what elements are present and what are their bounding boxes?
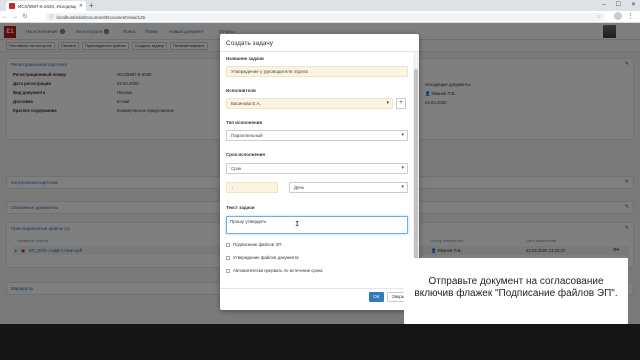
back-icon[interactable]: ← [0, 14, 10, 20]
bookmark-star-icon[interactable]: ☆ [597, 14, 601, 20]
execution-type-select[interactable]: Параллельный [226, 130, 408, 141]
divider [220, 51, 419, 52]
reload-icon[interactable]: ↻ [20, 13, 30, 20]
sign-files-checkbox[interactable]: Подписание файлов ЭП [226, 242, 281, 247]
divider [220, 288, 419, 289]
approve-files-checkbox[interactable]: Утверждение файлов документа [226, 255, 299, 260]
url-text: localhost/edo/Document/DocumentView/125 [56, 14, 145, 20]
forward-icon[interactable]: → [10, 14, 20, 20]
video-bottom-band [0, 324, 640, 360]
ok-button[interactable]: OK [369, 292, 384, 302]
tab-title: ИСХ/5987-6-2020, Исходящие д... [18, 3, 76, 9]
dialog-title: Создать задачу [226, 40, 274, 47]
new-tab-button[interactable]: + [89, 1, 94, 10]
checkbox-label: Подписание файлов ЭП [233, 242, 282, 247]
execution-type-label: Тип исполнения [226, 120, 263, 125]
checkbox-label: Утверждение файлов документа [233, 255, 299, 260]
checkbox-box[interactable] [226, 268, 230, 273]
deadline-count-input[interactable]: 1 [226, 182, 278, 193]
browser-menu-icon[interactable]: ⋮ [627, 12, 634, 20]
minimize-button[interactable]: – [602, 0, 605, 10]
info-icon: ⓘ [49, 14, 54, 19]
deadline-unit-select[interactable]: День [289, 182, 408, 193]
close-window-button[interactable]: ✕ [631, 0, 636, 10]
checkbox-box[interactable] [226, 242, 230, 247]
tab-close-icon[interactable]: ✕ [79, 3, 83, 9]
site-favicon-icon [9, 3, 15, 9]
executors-select[interactable]: Васинова Е.А. [226, 98, 393, 109]
maximize-button[interactable]: ☐ [616, 0, 621, 10]
url-field[interactable]: ⓘ localhost/edo/Document/DocumentView/12… [45, 13, 605, 21]
task-text-label: Текст задачи [226, 205, 255, 210]
create-task-dialog: Создать задачу Название задачи Утвержден… [220, 34, 419, 310]
task-name-label: Название задачи [226, 56, 264, 61]
scrollbar-thumb[interactable] [414, 69, 418, 287]
profile-icon[interactable] [614, 12, 622, 20]
tutorial-hint-card: Отправьте документ на согласование включ… [404, 258, 628, 324]
browser-tab[interactable]: ИСХ/5987-6-2020, Исходящие д... ✕ [6, 1, 86, 11]
add-executor-button[interactable]: + [396, 98, 406, 109]
address-bar: ← → ↻ ⓘ localhost/edo/Document/DocumentV… [0, 11, 640, 23]
task-text-area[interactable]: Прошу утвердить [226, 216, 408, 234]
deadline-type-select[interactable]: Срок [226, 163, 408, 174]
window-controls: – ☐ ✕ [602, 0, 636, 10]
deadline-label: Срок исполнения [226, 152, 266, 157]
hint-text: Отправьте документ на согласование включ… [414, 276, 618, 299]
browser-tabbar: ИСХ/5987-6-2020, Исходящие д... ✕ + – ☐ … [0, 0, 640, 11]
executors-label: Исполнители [226, 88, 256, 93]
checkbox-label: Автоматически прервать по истечении срок… [233, 268, 323, 273]
text-cursor-icon: I [295, 220, 300, 228]
auto-interrupt-checkbox[interactable]: Автоматически прервать по истечении срок… [226, 268, 323, 273]
checkbox-box[interactable] [226, 255, 230, 260]
task-name-input[interactable]: Утверждение у руководителя отдела [226, 66, 408, 77]
